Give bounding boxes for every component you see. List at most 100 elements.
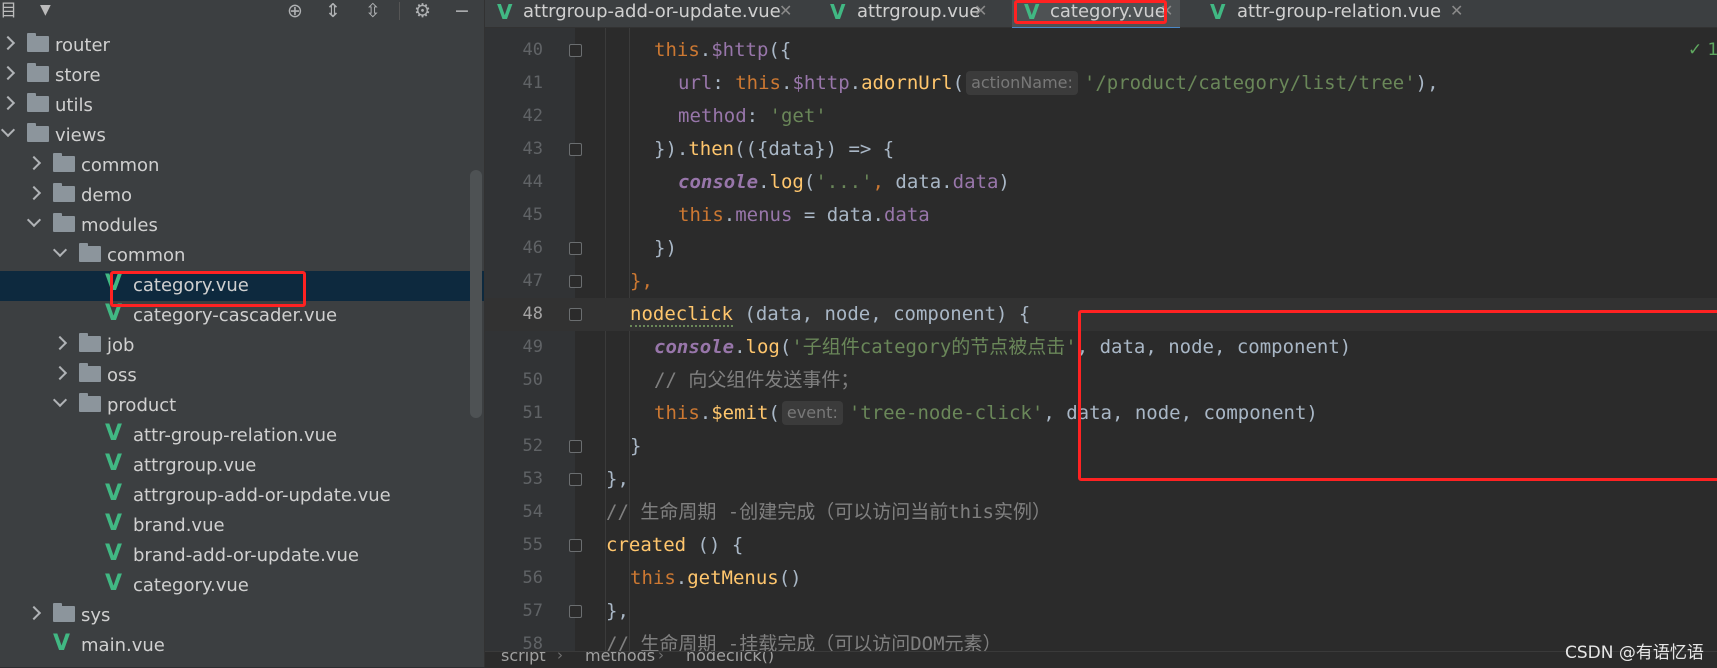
line-number: 49 [522,337,543,357]
code-line-56[interactable]: 56 this.getMenus() [485,562,1717,595]
code-line-54[interactable]: 54 // 生命周期 -创建完成（可以访问当前this实例） [485,496,1717,529]
tree-item-router[interactable]: router [0,31,484,61]
code-line-46[interactable]: 46 }) [485,232,1717,265]
tree-item-label: product [107,395,177,416]
code-line-40[interactable]: 40 this.$http({ [485,34,1717,67]
line-number: 57 [522,601,543,621]
tree-item-common[interactable]: common [0,151,484,181]
hide-panel-icon[interactable]: − [454,0,470,22]
code-line-58[interactable]: 58 // 生命周期 -挂载完成（可以访问DOM元素） [485,628,1717,651]
expand-all-icon[interactable]: ⇕ [325,0,341,22]
chevron-down-icon[interactable] [52,392,68,408]
annotation-box-tab [1014,0,1167,24]
tab-attrgroup[interactable]: V attrgroup.vue ✕ [830,0,988,27]
code-line-43[interactable]: 43 }).then(({data}) => { [485,133,1717,166]
tree-item-store[interactable]: store [0,61,484,91]
tree-item-attr-group-relation-vue[interactable]: Vattr-group-relation.vue [0,421,484,451]
tree-item-oss[interactable]: oss [0,361,484,391]
tree-item-label: brand.vue [133,515,225,536]
tree-item-label: oss [107,365,137,386]
chevron-right-icon[interactable] [26,155,42,171]
folder-icon [79,243,101,262]
code-text: this.menus = data.data [678,204,930,226]
line-number: 50 [522,370,543,390]
code-text: nodeclick (data, node, component) { [630,303,1031,327]
tree-item-sys[interactable]: sys [0,601,484,631]
tree-item-demo[interactable]: demo [0,181,484,211]
tab-attr-group-relation[interactable]: V attr-group-relation.vue ✕ [1210,0,1470,27]
sidebar-scrollbar[interactable] [470,170,482,418]
vue-file-icon: V [105,541,123,566]
folder-icon [53,183,75,202]
chevron-right-icon[interactable] [26,185,42,201]
chevron-right-icon[interactable] [52,335,68,351]
code-line-47[interactable]: 47 }, [485,265,1717,298]
chevron-right-icon[interactable] [0,65,16,81]
chevron-down-icon[interactable] [0,122,16,138]
code-line-45[interactable]: 45 this.menus = data.data [485,199,1717,232]
code-text: created () { [606,534,744,556]
breadcrumb: script › methods › nodeclick() [485,651,1717,668]
inspection-status[interactable]: ✓ 1 [1688,40,1717,60]
locate-icon[interactable]: ⊕ [287,0,303,22]
annotation-box-nodeclick [1078,310,1717,481]
code-text: }, [606,468,629,490]
code-editor[interactable]: 40 this.$http({ 41 url: this.$http.adorn… [485,28,1717,651]
code-text: }, [606,600,629,622]
view-dropdown-icon[interactable]: ▼ [40,2,51,18]
close-icon[interactable]: ✕ [779,0,792,22]
tree-item-common[interactable]: common [0,241,484,271]
code-comment: // 生命周期 -创建完成（可以访问当前this实例） [606,501,1051,523]
fold-marker-icon[interactable] [569,275,582,288]
tab-label: attrgroup-add-or-update.vue [523,1,781,22]
fold-marker-icon[interactable] [569,473,582,486]
code-line-42[interactable]: 42 method: 'get' [485,100,1717,133]
code-line-57[interactable]: 57 }, [485,595,1717,628]
tree-item-brand-add-or-update-vue[interactable]: Vbrand-add-or-update.vue [0,541,484,571]
fold-marker-icon[interactable] [569,143,582,156]
chevron-down-icon[interactable] [52,242,68,258]
tree-item-main-vue[interactable]: Vmain.vue [0,631,484,661]
annotation-box-sidebar [110,271,306,307]
fold-marker-icon[interactable] [569,242,582,255]
code-text: this.$http({ [654,39,792,61]
code-line-41[interactable]: 41 url: this.$http.adornUrl(actionName: '… [485,67,1717,100]
chevron-right-icon[interactable] [0,95,16,111]
folder-icon [79,363,101,382]
gear-icon[interactable]: ⚙ [414,0,431,22]
tree-item-utils[interactable]: utils [0,91,484,121]
code-line-44[interactable]: 44 console.log('...', data.data) [485,166,1717,199]
tree-item-brand-vue[interactable]: Vbrand.vue [0,511,484,541]
close-icon[interactable]: ✕ [974,0,987,22]
fold-marker-icon[interactable] [569,44,582,57]
tree-item-label: common [81,155,160,176]
tree-item-product[interactable]: product [0,391,484,421]
breadcrumb-separator: › [557,651,563,664]
folder-icon [53,153,75,172]
fold-marker-icon[interactable] [569,308,582,321]
breadcrumb-item[interactable]: methods [585,652,655,665]
tree-item-modules[interactable]: modules [0,211,484,241]
fold-marker-icon[interactable] [569,605,582,618]
chevron-right-icon[interactable] [26,605,42,621]
tree-item-job[interactable]: job [0,331,484,361]
breadcrumb-item[interactable]: script [501,652,546,665]
code-line-55[interactable]: 55 created () { [485,529,1717,562]
tree-item-attrgroup-add-or-update-vue[interactable]: Vattrgroup-add-or-update.vue [0,481,484,511]
tab-attrgroup-add-or-update[interactable]: V attrgroup-add-or-update.vue ✕ [497,0,804,27]
folder-icon [53,213,75,232]
collapse-all-icon[interactable]: ⇳ [365,0,381,22]
tree-item-views[interactable]: views [0,121,484,151]
project-view-title[interactable]: 目 [0,0,17,22]
chevron-right-icon[interactable] [52,365,68,381]
breadcrumb-item[interactable]: nodeclick() [686,652,774,665]
line-number: 42 [522,106,543,126]
tree-item-attrgroup-vue[interactable]: Vattrgroup.vue [0,451,484,481]
fold-marker-icon[interactable] [569,539,582,552]
chevron-down-icon[interactable] [26,212,42,228]
tree-item-label: views [55,125,106,146]
tree-item-category-vue[interactable]: Vcategory.vue [0,571,484,601]
chevron-right-icon[interactable] [0,35,16,51]
fold-marker-icon[interactable] [569,440,582,453]
close-icon[interactable]: ✕ [1450,0,1463,22]
